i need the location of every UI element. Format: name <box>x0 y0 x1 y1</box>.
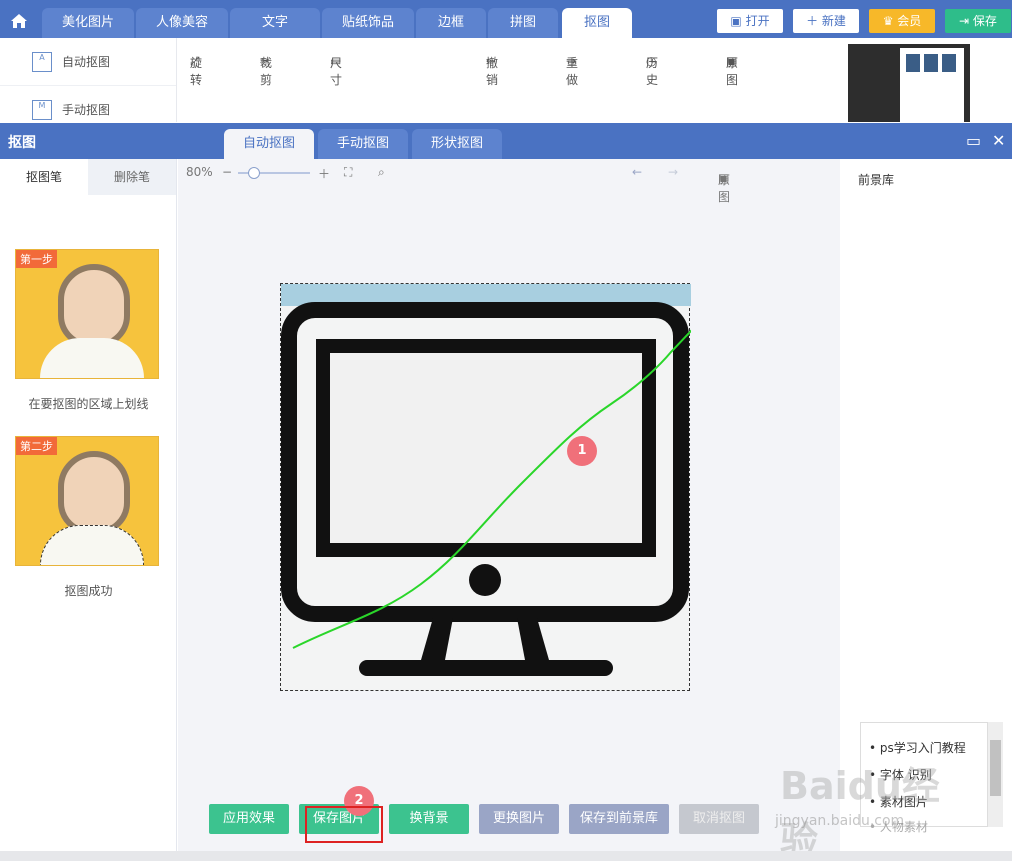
tab-stickers[interactable]: 贴纸饰品 <box>322 8 414 38</box>
plus-icon: ＋ <box>806 14 822 28</box>
background-toolbar: ⤢ 旋转 ✂ 裁剪 ▭ 尺寸 ← 撤销 → 重做 ◷ 历史 ▣ 原图 <box>178 38 848 122</box>
step-marker-1: 1 <box>567 436 597 466</box>
crown-icon: ♛ <box>882 14 898 28</box>
maximize-icon[interactable]: ▭ <box>966 131 981 150</box>
baby-body <box>40 525 144 565</box>
tab-auto-cutout[interactable]: 自动抠图 <box>224 129 314 159</box>
tab-beautify[interactable]: 美化图片 <box>42 8 134 38</box>
image-icon: ▣ <box>730 14 746 28</box>
undo-icon[interactable]: ← <box>632 165 642 179</box>
baidu-watermark-url: jingyan.baidu.com <box>775 813 905 829</box>
tab-shape-cutout[interactable]: 形状抠图 <box>412 129 502 159</box>
top-nav-bar: 美化图片 人像美容 文字 贴纸饰品 边框 拼图 抠图 ▣ 打开 ＋ 新建 ♛ 会… <box>0 0 1012 38</box>
tab-text[interactable]: 文字 <box>230 8 320 38</box>
cancel-cutout-button[interactable]: 取消抠图 <box>679 804 759 834</box>
dialog-footer <box>0 851 1012 861</box>
baby-body <box>40 338 144 378</box>
zoom-in-icon[interactable]: ＋ <box>318 165 330 182</box>
replace-image-button[interactable]: 更换图片 <box>479 804 559 834</box>
tab-cutout-pen[interactable]: 抠图笔 <box>0 159 88 195</box>
redo-icon[interactable]: → <box>668 165 678 179</box>
save-button[interactable]: ⇥ 保存 <box>945 9 1011 33</box>
dialog-title: 抠图 <box>8 135 36 151</box>
preview-thumbnail <box>848 44 970 122</box>
scrollbar-thumb[interactable] <box>990 740 1001 796</box>
step1-example-image: 第一步 <box>15 249 159 379</box>
save-to-foreground-library-button[interactable]: 保存到前景库 <box>569 804 669 834</box>
popup-item[interactable]: • ps学习入门教程 <box>869 739 966 756</box>
step1-caption: 在要抠图的区域上划线 <box>28 397 149 411</box>
step2-badge: 第二步 <box>16 437 57 455</box>
close-icon[interactable]: ✕ <box>992 131 1005 150</box>
tab-cutout[interactable]: 抠图 <box>562 8 632 38</box>
step2-caption: 抠图成功 <box>64 584 113 598</box>
preview-photos <box>906 54 956 72</box>
foreground-library-title: 前景库 <box>858 173 895 187</box>
open-button[interactable]: ▣ 打开 <box>717 9 783 33</box>
vip-button[interactable]: ♛ 会员 <box>869 9 935 33</box>
cutout-dialog-titlebar: 抠图 自动抠图 手动抠图 形状抠图 ▭ ✕ <box>0 123 1012 159</box>
tab-erase-pen[interactable]: 删除笔 <box>88 159 176 195</box>
tab-manual-cutout[interactable]: 手动抠图 <box>318 129 408 159</box>
tab-collage[interactable]: 拼图 <box>488 8 558 38</box>
highlight-box <box>305 806 383 843</box>
step1-badge: 第一步 <box>16 250 57 268</box>
tab-border[interactable]: 边框 <box>416 8 486 38</box>
popup-scrollbar[interactable] <box>988 722 1003 827</box>
canvas-toolbar: 80% − ＋ ⛶ ⌕ ← → ▣ 原图 <box>178 159 840 204</box>
tab-portrait[interactable]: 人像美容 <box>136 8 228 38</box>
change-background-button[interactable]: 换背景 <box>389 804 469 834</box>
apply-effect-button[interactable]: 应用效果 <box>209 804 289 834</box>
monitor-image <box>281 284 710 676</box>
baidu-watermark: Baidu经验 <box>780 764 940 863</box>
step2-example-image: 第二步 <box>15 436 159 566</box>
preview-paper <box>900 48 964 122</box>
zoom-slider-thumb[interactable] <box>248 167 260 179</box>
auto-cutout-menu-item[interactable]: A 自动抠图 <box>0 38 176 86</box>
auto-cutout-icon: A <box>32 51 52 72</box>
zoom-level: 80% <box>186 165 213 179</box>
working-image[interactable] <box>280 283 710 691</box>
manual-cutout-icon: M <box>32 99 52 120</box>
home-icon[interactable] <box>8 10 30 32</box>
export-icon: ⇥ <box>959 14 973 28</box>
zoom-out-icon[interactable]: − <box>222 165 232 179</box>
cutout-canvas: 80% − ＋ ⛶ ⌕ ← → ▣ 原图 1 应用效果 保存图片 换背景 更换图… <box>178 159 840 851</box>
new-button[interactable]: ＋ 新建 <box>793 9 859 33</box>
cutout-left-panel: 抠图笔 删除笔 第一步 在要抠图的区域上划线 第二步 抠图成功 <box>0 159 177 851</box>
baby-face <box>58 451 130 535</box>
magnifier-icon[interactable]: ⌕ <box>378 165 385 180</box>
fit-screen-icon[interactable]: ⛶ <box>344 165 352 180</box>
background-left-menu: A 自动抠图 M 手动抠图 <box>0 38 177 134</box>
baby-face <box>58 264 130 348</box>
